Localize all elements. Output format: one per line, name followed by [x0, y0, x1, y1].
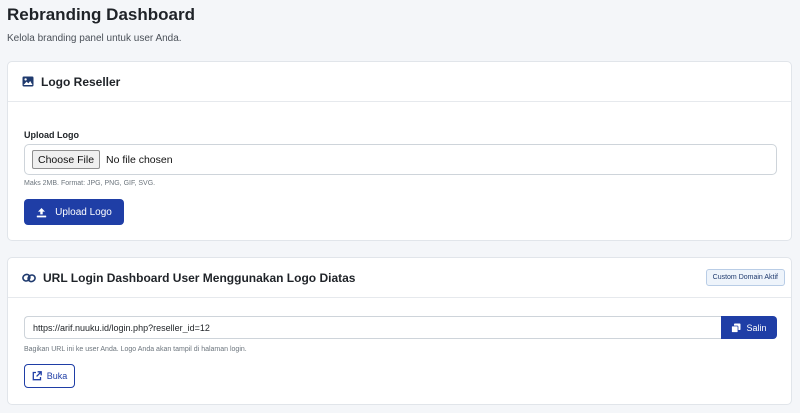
url-card-title: URL Login Dashboard User Menggunakan Log… — [22, 271, 355, 285]
copy-url-button-label: Salin — [746, 322, 767, 333]
login-url-input[interactable] — [24, 316, 721, 339]
url-card-title-text: URL Login Dashboard User Menggunakan Log… — [43, 270, 356, 285]
custom-domain-badge: Custom Domain Aktif — [705, 269, 785, 286]
image-icon — [22, 76, 34, 87]
open-url-button[interactable]: Buka — [24, 364, 75, 388]
external-link-icon — [32, 371, 42, 381]
choose-file-button[interactable]: Choose File — [32, 150, 101, 169]
copy-url-button[interactable]: Salin — [721, 316, 777, 339]
open-url-button-label: Buka — [46, 371, 68, 381]
upload-logo-label: Upload Logo — [24, 130, 79, 140]
logo-card-header: Logo Reseller — [8, 62, 791, 102]
url-card-header: URL Login Dashboard User Menggunakan Log… — [8, 258, 791, 298]
logo-card-title-text: Logo Reseller — [41, 74, 121, 89]
logo-reseller-card: Logo Reseller Upload Logo Choose File No… — [7, 61, 792, 241]
upload-icon — [36, 207, 47, 217]
link-icon — [22, 273, 36, 282]
page-subtitle: Kelola branding panel untuk user Anda. — [7, 33, 182, 44]
file-status-text: No file chosen — [106, 153, 173, 166]
login-url-group: Salin — [24, 316, 777, 339]
copy-icon — [731, 323, 741, 333]
page-title: Rebranding Dashboard — [7, 5, 195, 24]
logo-file-input[interactable]: Choose File No file chosen — [24, 144, 777, 175]
upload-logo-button-label: Upload Logo — [55, 206, 112, 218]
logo-help-text: Maks 2MB. Format: JPG, PNG, GIF, SVG. — [24, 180, 156, 187]
upload-logo-button[interactable]: Upload Logo — [24, 199, 124, 225]
logo-card-title: Logo Reseller — [22, 75, 120, 89]
login-url-card: URL Login Dashboard User Menggunakan Log… — [7, 257, 792, 405]
url-help-text: Bagikan URL ini ke user Anda. Logo Anda … — [24, 346, 247, 353]
